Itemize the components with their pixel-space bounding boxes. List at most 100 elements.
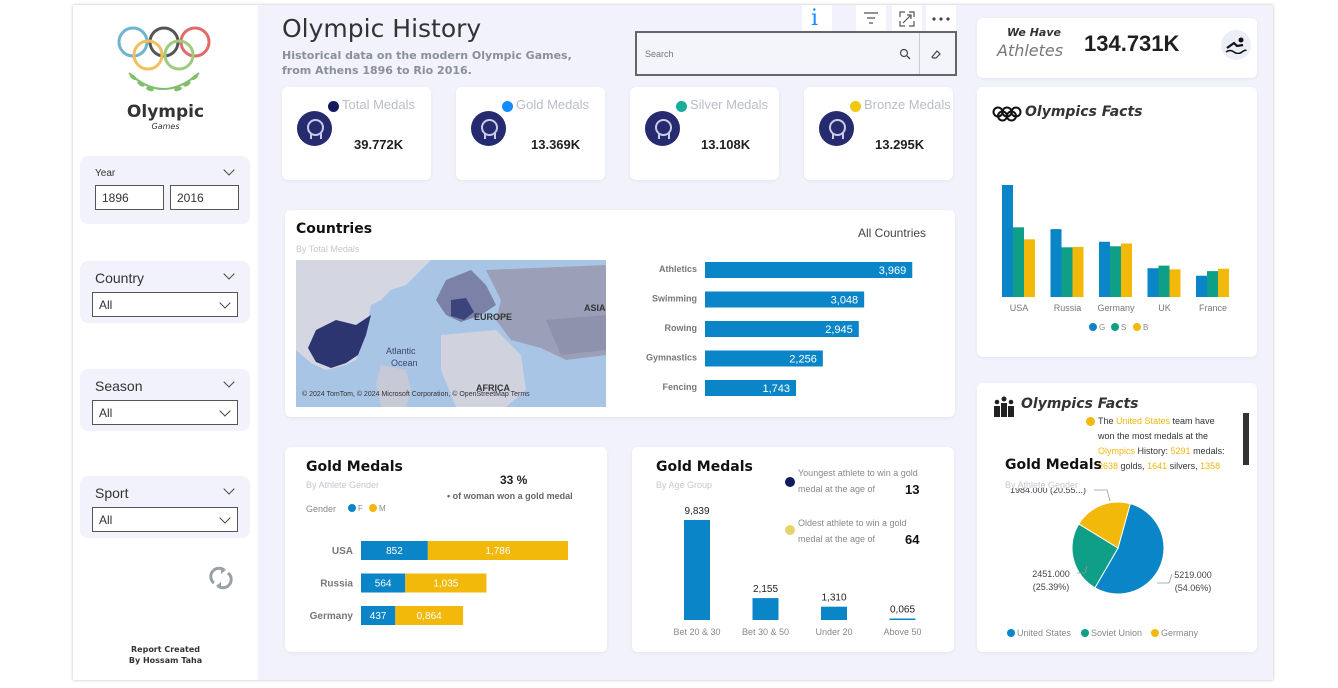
bar-value-label: 0,065 bbox=[890, 605, 915, 616]
kpi-value: 39.772K bbox=[354, 137, 404, 152]
youngest-age: 13 bbox=[905, 482, 920, 497]
year-from-input[interactable]: 1896 bbox=[95, 185, 164, 210]
all-countries-filter[interactable]: All Countries bbox=[858, 226, 926, 240]
fact-bullet bbox=[1086, 417, 1095, 426]
bar-b bbox=[1121, 243, 1132, 297]
credit-line-1: Report Created bbox=[131, 645, 200, 654]
search-input[interactable] bbox=[645, 45, 865, 63]
kpi-value: 13.295K bbox=[875, 137, 925, 152]
x-tick-label: Russia bbox=[1054, 303, 1082, 313]
search-box[interactable] bbox=[635, 31, 957, 76]
season-slicer[interactable]: Season All bbox=[80, 369, 250, 431]
chevron-down-icon[interactable] bbox=[223, 376, 235, 388]
kpi-title: Gold Medals bbox=[516, 97, 589, 112]
youngest-dot bbox=[785, 477, 795, 487]
search-divider bbox=[919, 33, 920, 74]
sport-slicer[interactable]: Sport All bbox=[80, 476, 250, 538]
pie-label: (54.06%) bbox=[1175, 583, 1212, 593]
search-icon[interactable] bbox=[899, 48, 911, 60]
fact-line-4: 2638 golds, 1641 silvers, 1358 bbox=[1098, 461, 1221, 471]
swimmer-icon-bg bbox=[1221, 30, 1251, 60]
bar bbox=[821, 606, 847, 620]
x-tick-label: France bbox=[1199, 303, 1227, 313]
kpi-title: Bronze Medals bbox=[864, 97, 951, 112]
countries-card: Countries By Total Medals All Countries … bbox=[285, 210, 955, 417]
year-slicer[interactable]: Year 1896 2016 bbox=[80, 156, 250, 224]
bar-category-label: Swimming bbox=[652, 294, 697, 304]
x-tick-label: USA bbox=[1010, 303, 1029, 313]
oldest-text-1: Oldest athlete to win a gold bbox=[798, 518, 907, 528]
bar-value-label: 3,048 bbox=[831, 295, 859, 307]
eraser-icon[interactable] bbox=[930, 48, 942, 60]
season-label: Season bbox=[95, 378, 143, 394]
athletes-value: 134.731K bbox=[1084, 31, 1180, 56]
legend-dot bbox=[1111, 323, 1119, 331]
bar-value-label: 852 bbox=[386, 546, 403, 557]
kpi-value: 13.108K bbox=[701, 137, 751, 152]
bar-value-label: 1,035 bbox=[433, 579, 458, 590]
bar-value-label: 2,945 bbox=[825, 324, 853, 336]
kpi-value: 13.369K bbox=[531, 137, 581, 152]
female-percent: 33 % bbox=[500, 473, 528, 487]
countries-map[interactable]: EUROPE ASIA Atlantic Ocean AFRICA © 2024… bbox=[296, 260, 606, 407]
bar-b bbox=[1072, 246, 1084, 297]
filter-button[interactable] bbox=[856, 5, 886, 32]
bar-value-label: 9,839 bbox=[684, 506, 709, 517]
sidebar: Olympic Games Year 1896 2016 Country All… bbox=[73, 5, 258, 680]
pie-label: 2451.000 bbox=[1032, 569, 1070, 579]
bar-s bbox=[1158, 265, 1170, 297]
we-have-text: We Have bbox=[1007, 26, 1061, 39]
year-label: Year bbox=[95, 168, 116, 179]
info-button[interactable]: i bbox=[802, 5, 832, 32]
legend-label: Soviet Union bbox=[1091, 628, 1142, 638]
fact-line-1: The United States team have bbox=[1098, 416, 1215, 426]
country-pie-chart: 5219.000 (54.06%) 2451.000 (25.39%) 1984.000… bbox=[1007, 488, 1212, 638]
legend-label: B bbox=[1143, 323, 1148, 332]
legend-dot bbox=[1007, 629, 1015, 637]
bar bbox=[684, 520, 710, 620]
bar bbox=[889, 618, 916, 620]
chevron-down-icon[interactable] bbox=[223, 483, 235, 495]
gold-by-gender-card: Gold Medals By Athlete Gender 33 % • of … bbox=[285, 447, 607, 652]
more-options-button[interactable] bbox=[926, 5, 956, 32]
year-to-input[interactable]: 2016 bbox=[170, 185, 239, 210]
logo-sub: Games bbox=[151, 122, 180, 131]
scrollbar[interactable] bbox=[1243, 413, 1249, 465]
bar-category-label: Gymnastics bbox=[646, 353, 697, 363]
x-tick-label: Above 50 bbox=[883, 627, 921, 637]
bar-value-label: 1,786 bbox=[485, 546, 510, 557]
sport-bar-chart: Athletics 3,969 Swimming 3,048 Rowing 2,945 Gy… bbox=[646, 262, 913, 396]
gender-bar-chart: F M USA 852 1,786 Russia 564 1,035 Germany 437 0,8… bbox=[310, 504, 568, 625]
map-svg bbox=[296, 260, 606, 407]
focus-mode-button[interactable] bbox=[892, 5, 922, 32]
olympics-facts-pie-card: Olympics Facts The United States team ha… bbox=[977, 383, 1257, 652]
x-tick-label: UK bbox=[1158, 303, 1171, 313]
subtitle-line-1: Historical data on the modern Olympic Ga… bbox=[282, 49, 572, 62]
facts-title: Olympics Facts bbox=[1025, 104, 1143, 120]
kpi-bronze-medals: Bronze Medals 13.295K bbox=[804, 87, 953, 180]
olympic-rings-icon bbox=[992, 106, 1022, 122]
x-tick-label: Under 20 bbox=[815, 627, 852, 637]
olympics-facts-card: Olympics Facts USA Russia Germany UK France G… bbox=[977, 87, 1257, 357]
logo-word: Olympic bbox=[126, 102, 205, 122]
reset-icon[interactable] bbox=[208, 565, 234, 591]
bar-s bbox=[1110, 246, 1121, 297]
country-dropdown[interactable]: All bbox=[92, 292, 238, 317]
bar-category-label: Germany bbox=[310, 611, 354, 622]
chevron-down-icon[interactable] bbox=[223, 164, 235, 176]
kpi-title: Silver Medals bbox=[690, 97, 769, 112]
sport-dropdown[interactable]: All bbox=[92, 507, 238, 532]
bar-category-label: Athletics bbox=[659, 264, 697, 274]
legend-label: G bbox=[1099, 323, 1105, 332]
country-slicer[interactable]: Country All bbox=[80, 261, 250, 323]
fact-line-3: Olympics History: 5291 medals: bbox=[1098, 446, 1225, 456]
legend-label: United States bbox=[1017, 628, 1072, 638]
filter-icon bbox=[864, 12, 878, 24]
age-subtitle: By Age Group bbox=[656, 480, 713, 490]
bar-category-label: Fencing bbox=[662, 382, 697, 392]
season-dropdown[interactable]: All bbox=[92, 400, 238, 425]
chevron-down-icon[interactable] bbox=[223, 268, 235, 280]
pie-label: (25.39%) bbox=[1033, 582, 1070, 592]
youngest-text-2: medal at the age of bbox=[798, 484, 876, 494]
info-icon: i bbox=[811, 6, 819, 31]
